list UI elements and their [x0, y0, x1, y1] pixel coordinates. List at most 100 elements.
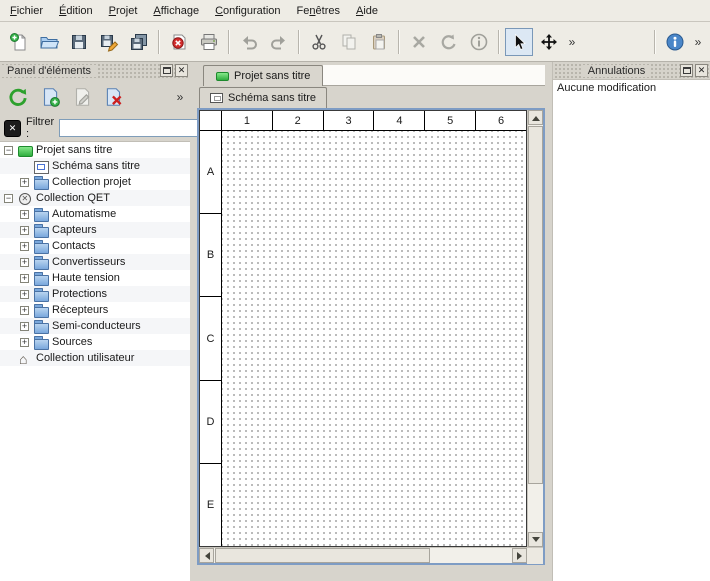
- tree-item-label: Automatisme: [52, 208, 116, 220]
- toolbar-separator: [228, 30, 230, 54]
- paste-button[interactable]: [365, 28, 393, 56]
- row-header: A: [200, 131, 221, 214]
- menu-fichier[interactable]: Fichier: [2, 2, 51, 20]
- new-file-button[interactable]: [5, 28, 33, 56]
- horizontal-scroll-thumb[interactable]: [215, 548, 430, 563]
- folder-icon: [34, 176, 48, 189]
- edit-element-button[interactable]: [67, 82, 97, 112]
- menu-projet[interactable]: Projet: [101, 2, 146, 20]
- expander-icon[interactable]: +: [20, 306, 29, 315]
- clear-filter-button[interactable]: ✕: [4, 120, 21, 137]
- new-element-button[interactable]: [35, 82, 65, 112]
- elements-panel-titlebar[interactable]: Panel d'éléments ✕: [0, 62, 190, 79]
- tree-item-schema[interactable]: Schéma sans titre: [0, 158, 190, 174]
- new-element-icon: [39, 86, 61, 108]
- menu-fenetres[interactable]: Fenêtres: [289, 2, 348, 20]
- about-button[interactable]: [661, 28, 689, 56]
- folder-icon: [34, 304, 48, 317]
- tree-item-automatisme[interactable]: + Automatisme: [0, 206, 190, 222]
- float-panel-button[interactable]: [160, 64, 173, 77]
- tree-item-label: Collection projet: [52, 176, 131, 188]
- scroll-down-button[interactable]: [528, 532, 543, 547]
- expander-icon[interactable]: +: [20, 274, 29, 283]
- menu-aide[interactable]: Aide: [348, 2, 386, 20]
- tree-item-collection-projet[interactable]: + Collection projet: [0, 174, 190, 190]
- scrollbar-corner: [527, 548, 543, 564]
- tree-item-capteurs[interactable]: +Capteurs: [0, 222, 190, 238]
- redo-button[interactable]: [265, 28, 293, 56]
- menu-affichage[interactable]: Affichage: [145, 2, 207, 20]
- float-icon: [163, 67, 171, 74]
- delete-button[interactable]: [405, 28, 433, 56]
- scroll-right-button[interactable]: [512, 548, 527, 563]
- tree-item-label: Sources: [52, 336, 92, 348]
- menu-edition[interactable]: Édition: [51, 2, 101, 20]
- diagram-sheet: 1 2 3 4 5 6 A B C D E: [199, 110, 527, 547]
- delete-element-button[interactable]: [99, 82, 129, 112]
- panel-toolbar-overflow-button[interactable]: »: [173, 83, 187, 111]
- scroll-up-button[interactable]: [528, 110, 543, 125]
- tree-item-recepteurs[interactable]: + Récepteurs: [0, 302, 190, 318]
- diagram-canvas[interactable]: [222, 131, 526, 546]
- menu-configuration[interactable]: Configuration: [207, 2, 288, 20]
- expander-icon[interactable]: +: [20, 178, 29, 187]
- print-icon: [199, 32, 219, 52]
- close-panel-button[interactable]: ✕: [695, 64, 708, 77]
- tree-item-label: Récepteurs: [52, 304, 108, 316]
- undo-icon: [239, 32, 259, 52]
- tree-item-haute-tension[interactable]: +Haute tension: [0, 270, 190, 286]
- expander-icon[interactable]: −: [4, 146, 13, 155]
- select-tool-button[interactable]: [505, 28, 533, 56]
- rotate-button[interactable]: [435, 28, 463, 56]
- expander-icon[interactable]: +: [20, 242, 29, 251]
- expander-icon[interactable]: −: [4, 194, 13, 203]
- vertical-scroll-thumb[interactable]: [528, 126, 543, 484]
- elements-panel-title: Panel d'éléments: [2, 65, 96, 77]
- horizontal-scroll-track[interactable]: [214, 548, 512, 563]
- expander-icon[interactable]: +: [20, 258, 29, 267]
- element-info-button[interactable]: [465, 28, 493, 56]
- cut-button[interactable]: [305, 28, 333, 56]
- tree-item-semi-conducteurs[interactable]: +Semi-conducteurs: [0, 318, 190, 334]
- column-header: 4: [374, 111, 425, 130]
- expander-icon[interactable]: +: [20, 210, 29, 219]
- open-file-button[interactable]: [35, 28, 63, 56]
- expander-icon[interactable]: +: [20, 338, 29, 347]
- expander-icon[interactable]: +: [20, 290, 29, 299]
- scroll-left-button[interactable]: [199, 548, 214, 563]
- undo-panel-titlebar[interactable]: Annulations ✕: [553, 62, 710, 79]
- tree-item-protections[interactable]: +Protections: [0, 286, 190, 302]
- filter-input[interactable]: [59, 119, 209, 137]
- tree-item-label: Collection utilisateur: [36, 352, 134, 364]
- undo-button[interactable]: [235, 28, 263, 56]
- expander-icon[interactable]: +: [20, 322, 29, 331]
- close-file-button[interactable]: [165, 28, 193, 56]
- expander-icon[interactable]: +: [20, 226, 29, 235]
- project-tab[interactable]: Projet sans titre: [203, 65, 323, 86]
- help-toolbar-overflow-button[interactable]: »: [691, 28, 705, 56]
- save-as-button[interactable]: [95, 28, 123, 56]
- tree-item-convertisseurs[interactable]: +Convertisseurs: [0, 254, 190, 270]
- schema-tab[interactable]: Schéma sans titre: [199, 87, 327, 108]
- save-all-button[interactable]: [125, 28, 153, 56]
- save-as-icon: [99, 32, 119, 52]
- toolbar-overflow-button[interactable]: »: [565, 28, 579, 56]
- close-panel-button[interactable]: ✕: [175, 64, 188, 77]
- vertical-scroll-track[interactable]: [528, 125, 543, 532]
- reload-collections-button[interactable]: [3, 82, 33, 112]
- tree-item-contacts[interactable]: +Contacts: [0, 238, 190, 254]
- row-headers: A B C D E: [200, 131, 222, 546]
- tree-item-sources[interactable]: + Sources: [0, 334, 190, 350]
- move-tool-button[interactable]: [535, 28, 563, 56]
- cut-icon: [309, 32, 329, 52]
- undo-list[interactable]: Aucune modification: [553, 79, 710, 581]
- float-panel-button[interactable]: [680, 64, 693, 77]
- tree-item-project[interactable]: −Projet sans titre: [0, 142, 190, 158]
- tree-item-label: Schéma sans titre: [52, 160, 140, 172]
- print-button[interactable]: [195, 28, 223, 56]
- copy-button[interactable]: [335, 28, 363, 56]
- save-button[interactable]: [65, 28, 93, 56]
- tree-item-collection-utilisateur[interactable]: Collection utilisateur: [0, 350, 190, 366]
- tree-item-collection-qet[interactable]: −Collection QET: [0, 190, 190, 206]
- schema-tab-icon: [210, 93, 223, 103]
